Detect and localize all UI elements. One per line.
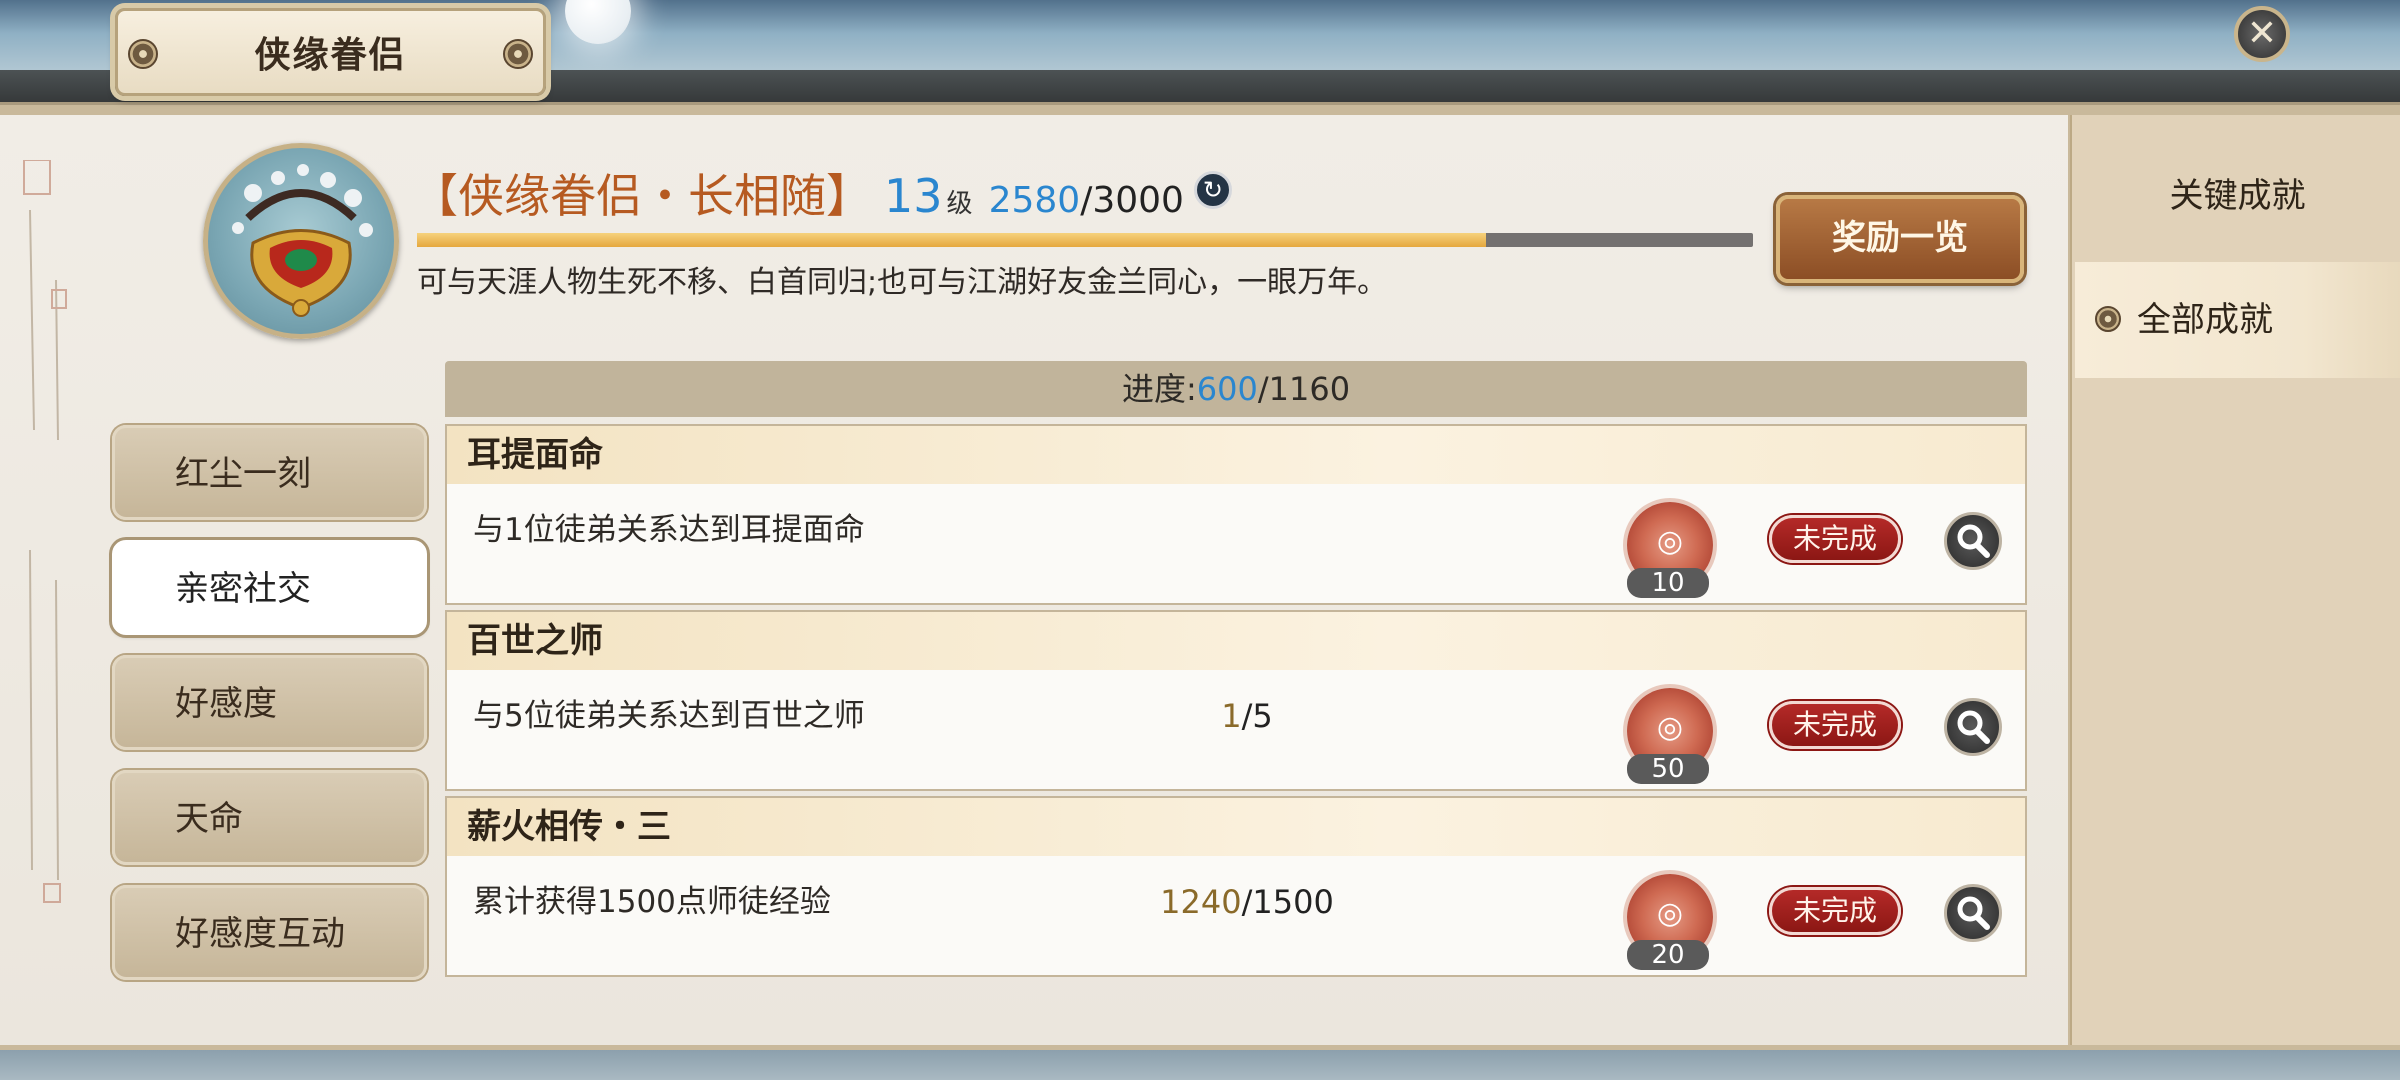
calligraphy-decoration — [22, 159, 70, 450]
counter-current: 1240 — [1160, 883, 1242, 921]
exp-progress-fill — [417, 233, 1486, 247]
status-badge: 未完成 — [1769, 887, 1901, 935]
tab-haogandu-hudong[interactable]: 好感度互动 — [112, 885, 427, 980]
reward-list-button[interactable]: 奖励一览 — [1776, 195, 2024, 283]
progress-current: 600 — [1196, 370, 1258, 408]
knot-icon — [503, 39, 533, 69]
tab-haogandu[interactable]: 好感度 — [112, 655, 427, 750]
achievement-description: 与5位徒弟关系达到百世之师 — [473, 698, 865, 734]
nav-all-achievements-label: 全部成就 — [2137, 300, 2273, 340]
progress-label: 进度: — [1121, 370, 1197, 408]
close-button[interactable]: ✕ — [2234, 6, 2290, 62]
achievement-description: 与1位徒弟关系达到耳提面命 — [473, 512, 865, 548]
counter-separator: / — [1241, 883, 1253, 921]
achievement-level: 13 — [884, 169, 943, 223]
progress-total: 1160 — [1268, 370, 1351, 408]
calligraphy-strokes — [23, 159, 67, 441]
achievement-title-row: 【侠缘眷侣・长相随】 13 级 2580 / 3000 ↻ — [412, 160, 1232, 223]
counter-current: 1 — [1221, 697, 1242, 735]
level-unit: 级 — [946, 189, 973, 219]
nav-key-achievements[interactable]: 关键成就 — [2075, 138, 2400, 254]
search-icon — [1957, 524, 1990, 558]
tab-tianming[interactable]: 天命 — [112, 770, 427, 865]
search-icon — [1957, 710, 1990, 744]
achievement-title: 百世之师 — [447, 612, 2025, 670]
exp-progress-bar — [417, 233, 1753, 247]
achievement-item: 薪火相传・三 累计获得1500点师徒经验 1240/1500 ◎ 20 未完成 — [445, 796, 2027, 977]
lock-pendant-icon — [232, 164, 373, 317]
detail-button[interactable] — [1944, 884, 2002, 942]
achievement-title: 耳提面命 — [447, 426, 2025, 484]
achievement-item: 百世之师 与5位徒弟关系达到百世之师 1/5 ◎ 50 未完成 — [445, 610, 2027, 791]
exp-separator: / — [1080, 180, 1093, 221]
search-icon — [1957, 896, 1990, 930]
calligraphy-strokes-2 — [29, 549, 61, 903]
title-avatar — [203, 143, 399, 339]
tab-hongchen-yike[interactable]: 红尘一刻 — [112, 425, 427, 520]
status-badge: 未完成 — [1769, 701, 1901, 749]
close-icon: ✕ — [2246, 13, 2278, 54]
knot-icon — [2095, 306, 2121, 332]
achievement-title: 薪火相传・三 — [447, 798, 2025, 856]
category-progress: 进度:600/1160 — [445, 361, 2027, 417]
knot-icon — [128, 39, 158, 69]
counter-separator: / — [1241, 697, 1253, 735]
exp-current: 2580 — [988, 180, 1081, 221]
detail-button[interactable] — [1944, 698, 2002, 756]
achievement-description: 累计获得1500点师徒经验 — [473, 884, 831, 920]
achievement-item: 耳提面命 与1位徒弟关系达到耳提面命 ◎ 10 未完成 — [445, 424, 2027, 605]
reward-points: 10 — [1627, 568, 1709, 598]
bottom-bar — [0, 1050, 2400, 1080]
exp-max: 3000 — [1092, 180, 1184, 221]
achievement-set-name: 【侠缘眷侣・长相随】 — [412, 169, 872, 223]
counter-max: 5 — [1252, 697, 1273, 735]
reward-points: 20 — [1627, 940, 1709, 970]
detail-button[interactable] — [1944, 512, 2002, 570]
reward-points: 50 — [1627, 754, 1709, 784]
refresh-icon[interactable]: ↻ — [1193, 171, 1232, 209]
achievement-set-description: 可与天涯人物生死不移、白首同归;也可与江湖好友金兰同心，一眼万年。 — [417, 265, 1388, 300]
right-nav-panel — [2070, 115, 2400, 1045]
nav-all-achievements[interactable]: 全部成就 — [2075, 262, 2400, 378]
window-title: 侠缘眷侣 — [254, 34, 407, 76]
counter-max: 1500 — [1252, 883, 1334, 921]
calligraphy-decoration-2 — [22, 549, 70, 910]
status-badge: 未完成 — [1769, 515, 1901, 563]
window-title-plaque: 侠缘眷侣 — [115, 8, 546, 96]
progress-separator: / — [1257, 370, 1269, 408]
tab-qinmi-shejiao[interactable]: 亲密社交 — [112, 540, 427, 635]
